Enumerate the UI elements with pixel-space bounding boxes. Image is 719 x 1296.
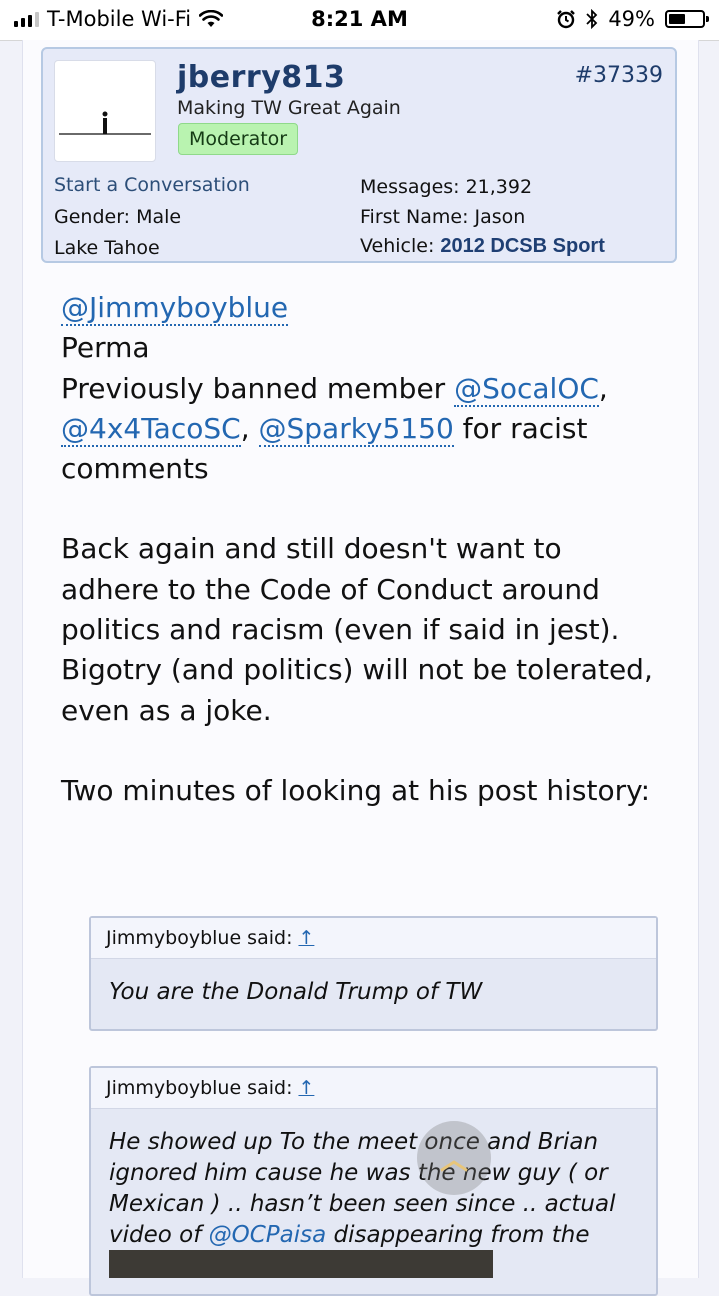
avatar[interactable] [54, 60, 156, 162]
battery-percent: 49% [608, 7, 655, 31]
quote-text: You are the Donald Trump of TW [109, 979, 483, 1005]
scroll-to-top-button[interactable]: ︿ [417, 1121, 491, 1195]
post-text: Previously banned member [61, 371, 455, 405]
carrier-name: T-Mobile Wi-Fi [47, 7, 192, 31]
first-name-row: First Name: Jason [360, 206, 525, 228]
quote-text-part: disappearing from the [326, 1222, 590, 1248]
post-user-info: jberry813 Making TW Great Again Moderato… [41, 47, 677, 263]
comma: , [598, 371, 608, 405]
quote-block: Jimmyboyblue said: ↑ You are the Donald T… [89, 916, 658, 1031]
vehicle-value: 2012 DCSB Sport [440, 235, 605, 257]
messages-label: Messages: [360, 176, 460, 198]
avatar-image [59, 111, 151, 135]
status-bar: T-Mobile Wi-Fi 8:21 AM 49% [0, 0, 719, 41]
alarm-icon [557, 10, 576, 29]
quote-text: He showed up To the meet once and Brian … [91, 1109, 656, 1269]
quote-author: Jimmyboyblue said: [106, 1077, 293, 1099]
post-paragraph: Two minutes of looking at his post histo… [61, 773, 651, 807]
quote-author: Jimmyboyblue said: [106, 927, 293, 949]
username[interactable]: jberry813 [177, 60, 345, 95]
mention-link[interactable]: @SocalOC [454, 371, 599, 407]
location: Lake Tahoe [54, 237, 160, 259]
gender-value: Male [136, 206, 182, 228]
quoted-video-thumbnail[interactable] [109, 1250, 493, 1278]
post-text-banned: Previously banned member @SocalOC, @4x4T… [61, 369, 661, 490]
first-name-label: First Name: [360, 206, 469, 228]
vehicle-row: Vehicle: 2012 DCSB Sport [360, 235, 605, 258]
wifi-icon [199, 10, 224, 27]
post-text-perma: Perma [61, 331, 150, 365]
mention-link[interactable]: @Sparky5150 [258, 411, 454, 447]
mention-link[interactable]: @Jimmyboyblue [61, 291, 289, 326]
jump-to-quote-icon[interactable]: ↑ [298, 1077, 314, 1099]
messages-row: Messages: 21,392 [360, 176, 532, 198]
mention-link[interactable]: @4x4TacoSC [61, 411, 241, 447]
comma: , [240, 411, 259, 445]
quote-header: Jimmyboyblue said: ↑ [91, 1068, 656, 1109]
bluetooth-icon [586, 9, 598, 29]
gender-label: Gender: [54, 206, 131, 228]
chevron-up-icon: ︿ [439, 1143, 468, 1176]
moderator-badge: Moderator [178, 123, 299, 155]
first-name-value: Jason [474, 206, 526, 228]
post-number-link[interactable]: #37339 [575, 63, 663, 88]
thread-page: jberry813 Making TW Great Again Moderato… [22, 40, 699, 1296]
mention-link[interactable]: @OCPaisa [209, 1222, 327, 1248]
battery-icon [665, 10, 709, 28]
signal-icon [14, 11, 39, 27]
vehicle-label: Vehicle: [360, 235, 435, 257]
gender-row: Gender: Male [54, 206, 181, 228]
post-body: @Jimmyboyblue Perma Previously banned me… [61, 288, 661, 811]
quote-header: Jimmyboyblue said: ↑ [91, 918, 656, 959]
jump-to-quote-icon[interactable]: ↑ [298, 927, 314, 949]
user-title: Making TW Great Again [177, 97, 401, 119]
start-conversation-link[interactable]: Start a Conversation [54, 174, 250, 196]
post-paragraph: Back again and still doesn't want to adh… [61, 532, 653, 727]
messages-value: 21,392 [465, 176, 533, 198]
